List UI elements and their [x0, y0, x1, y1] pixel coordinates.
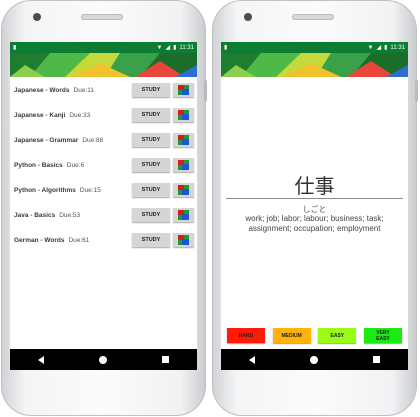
deck-row: Python - Algorithms Due:15 STUDY — [10, 181, 197, 203]
deck-name: Japanese - Words — [14, 87, 70, 94]
deck-row: German - Words Due:61 STUDY — [10, 231, 197, 253]
front-camera — [244, 13, 252, 21]
deck-due-count: Due:61 — [68, 237, 90, 244]
deck-row: Japanese - Grammar Due:88 STUDY — [10, 131, 197, 153]
header-banner — [10, 53, 197, 77]
study-button[interactable]: STUDY — [132, 83, 170, 97]
battery-icon: ▮ — [384, 45, 388, 51]
deck-due-count: Due:15 — [79, 187, 101, 194]
phone-frame-left: ▮ ▼ ◢ ▮ 11:31 Japanese - Words Due:11 ST… — [1, 0, 207, 416]
status-time: 11:31 — [390, 44, 405, 51]
deck-name: Japanese - Grammar — [14, 137, 79, 144]
status-time: 11:31 — [179, 44, 194, 51]
status-bar: ▮ ▼ ◢ ▮ 11:31 — [10, 42, 197, 53]
earpiece-speaker — [292, 14, 334, 20]
very-easy-button[interactable]: VERY EASY — [363, 328, 402, 343]
study-button[interactable]: STUDY — [132, 158, 170, 172]
status-bar: ▮ ▼ ◢ ▮ 11:31 — [221, 42, 408, 53]
back-icon[interactable] — [37, 355, 44, 364]
deck-options-button[interactable] — [173, 133, 194, 147]
signal-icon: ◢ — [376, 45, 382, 51]
header-banner — [221, 53, 408, 77]
home-icon[interactable] — [98, 355, 107, 364]
study-button[interactable]: STUDY — [132, 133, 170, 147]
navigation-bar — [10, 349, 197, 370]
easy-button[interactable]: EASY — [318, 328, 357, 343]
medium-button[interactable]: MEDIUM — [272, 328, 311, 343]
deck-row: Java - Basics Due:53 STUDY — [10, 206, 197, 228]
deck-name: Japanese - Kanji — [14, 112, 66, 119]
deck-options-button[interactable] — [173, 183, 194, 197]
recent-apps-icon[interactable] — [373, 356, 381, 363]
deck-due-count: Due:11 — [73, 87, 94, 94]
card-divider — [226, 198, 403, 199]
wifi-icon: ▼ — [156, 44, 163, 51]
deck-options-button[interactable] — [173, 158, 194, 172]
card-front-text: 仕事 — [294, 176, 335, 198]
deck-options-button[interactable] — [173, 83, 194, 97]
deck-due-count: Due:88 — [82, 137, 104, 144]
front-camera — [33, 13, 41, 21]
wifi-icon: ▼ — [367, 44, 374, 51]
notification-icon: ▮ — [224, 45, 228, 51]
study-button[interactable]: STUDY — [132, 233, 170, 247]
study-button[interactable]: STUDY — [132, 208, 170, 222]
deck-row: Japanese - Words Due:11 STUDY — [10, 81, 197, 103]
back-icon[interactable] — [248, 355, 255, 364]
power-button — [415, 80, 418, 102]
notification-icon: ▮ — [13, 45, 17, 51]
battery-icon: ▮ — [173, 45, 177, 51]
navigation-bar — [221, 349, 408, 370]
phone-frame-right: ▮ ▼ ◢ ▮ 11:31 仕事 しごと work; job; labor; l… — [212, 0, 418, 416]
deck-due-count: Due:6 — [66, 162, 85, 169]
hard-button[interactable]: HARD — [227, 328, 265, 343]
power-button — [204, 80, 207, 102]
deck-name: Java - Basics — [14, 212, 56, 219]
deck-due-count: Due:53 — [59, 212, 81, 219]
study-button[interactable]: STUDY — [132, 183, 170, 197]
deck-options-button[interactable] — [173, 108, 194, 122]
deck-name: Python - Algorithms — [14, 187, 76, 194]
flashcard-screen: ▮ ▼ ◢ ▮ 11:31 仕事 しごと work; job; labor; l… — [221, 42, 408, 370]
card-meaning: work; job; labor; labour; business; task… — [245, 214, 384, 233]
signal-icon: ◢ — [165, 45, 171, 51]
grade-buttons: HARD MEDIUM EASY VERY EASY — [227, 328, 402, 343]
deck-row: Python - Basics Due:6 STUDY — [10, 156, 197, 178]
study-button[interactable]: STUDY — [132, 108, 170, 122]
deck-options-button[interactable] — [173, 233, 194, 247]
deck-options-button[interactable] — [173, 208, 194, 222]
deck-name: Python - Basics — [14, 162, 63, 169]
deck-row: Japanese - Kanji Due:33 STUDY — [10, 106, 197, 128]
deck-due-count: Due:33 — [69, 112, 91, 119]
deck-list-screen: ▮ ▼ ◢ ▮ 11:31 Japanese - Words Due:11 ST… — [10, 42, 197, 370]
recent-apps-icon[interactable] — [162, 356, 170, 363]
deck-name: German - Words — [14, 237, 65, 244]
earpiece-speaker — [81, 14, 123, 20]
home-icon[interactable] — [309, 355, 318, 364]
